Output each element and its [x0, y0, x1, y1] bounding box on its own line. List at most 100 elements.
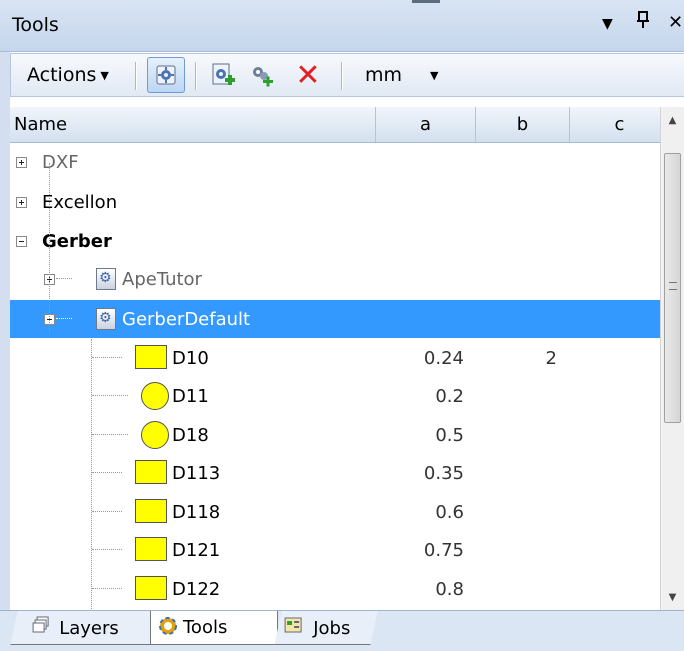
aperture-a-value: 0.8 [435, 579, 464, 600]
tree-item-label: GerberDefault [122, 309, 251, 330]
tree-item-label: DXF [42, 152, 79, 173]
tool-library-add-icon [212, 63, 235, 85]
chevron-down-icon: ▼ [430, 68, 439, 82]
layers-icon [32, 616, 55, 638]
tree-connector [92, 395, 128, 397]
tree-connector [92, 549, 122, 551]
toolbar: Actions ▼ ✕ mm ▼ [10, 53, 684, 97]
unit-select-value: mm [365, 64, 403, 86]
column-header-name[interactable]: Name [10, 107, 376, 142]
expand-icon[interactable] [16, 197, 27, 208]
tree-row-excellon[interactable]: Excellon [10, 183, 660, 221]
grip-icon [669, 282, 677, 290]
jobs-icon [284, 617, 309, 638]
tools-icon [157, 615, 179, 641]
tree-connector [92, 357, 122, 359]
toolbar-separator [195, 62, 196, 90]
add-tool-button[interactable] [245, 54, 277, 96]
aperture-a-value: 0.35 [423, 463, 464, 484]
tool-library-add-button[interactable] [207, 54, 239, 96]
tab-label: Tools [183, 617, 228, 638]
circle-aperture-icon [141, 421, 169, 449]
scrollbar-thumb[interactable] [664, 153, 681, 423]
scroll-up-icon[interactable]: ▲ [661, 107, 684, 133]
tab-tools[interactable]: Tools [150, 611, 278, 645]
tab-layers[interactable]: Layers [10, 611, 158, 645]
aperture-name: D121 [172, 540, 221, 561]
column-header-b[interactable]: b [476, 107, 570, 142]
tree-connector [92, 511, 122, 513]
tree-row-dxf[interactable]: DXF [10, 143, 660, 181]
aperture-a-value: 0.5 [435, 425, 464, 446]
bottom-tab-bar: Layers Tools Jobs [0, 610, 684, 651]
circle-aperture-icon [141, 382, 169, 410]
tree-row-gerberdefault[interactable]: GerberDefault [10, 300, 660, 338]
column-header-a[interactable]: a [376, 107, 476, 142]
title-bar-notch [412, 0, 440, 3]
aperture-row-d122[interactable]: D122 0.8 [10, 570, 660, 608]
square-aperture-icon [135, 537, 167, 561]
vertical-scrollbar[interactable]: ▲ ▼ [660, 107, 684, 610]
panel-title-bar: Tools ▼ ✕ [0, 0, 684, 52]
aperture-row-d118[interactable]: D118 0.6 [10, 493, 660, 531]
toolbar-separator [341, 62, 342, 90]
dropdown-arrow-icon[interactable]: ▼ [602, 16, 613, 32]
aperture-name: D18 [172, 425, 209, 446]
aperture-row-d121[interactable]: D121 0.75 [10, 531, 660, 569]
square-aperture-icon [135, 499, 167, 523]
aperture-name: D122 [172, 579, 221, 600]
tree-connector [92, 472, 122, 474]
column-header: Name a b c [10, 107, 684, 143]
aperture-a-value: 0.24 [423, 348, 464, 369]
aperture-a-value: 0.2 [435, 386, 464, 407]
panel-title: Tools [12, 14, 59, 36]
chevron-down-icon: ▼ [100, 68, 109, 82]
aperture-b-value: 2 [545, 348, 557, 369]
aperture-name: D11 [172, 386, 209, 407]
actions-menu-button[interactable]: Actions ▼ [27, 54, 109, 96]
tree-connector [56, 318, 72, 320]
tree-row-apetutor[interactable]: ApeTutor [10, 260, 660, 298]
aperture-row-d10[interactable]: D10 0.24 2 [10, 339, 660, 377]
delete-button[interactable]: ✕ [291, 54, 325, 96]
square-aperture-icon [135, 345, 167, 369]
aperture-row-d18[interactable]: D18 0.5 [10, 416, 660, 454]
tree-item-label: Excellon [42, 192, 118, 213]
column-header-c[interactable]: c [570, 107, 670, 142]
aperture-name: D118 [172, 502, 221, 523]
add-tool-icon [253, 67, 273, 87]
aperture-row-d113[interactable]: D113 0.35 [10, 454, 660, 492]
tab-jobs[interactable]: Jobs [274, 611, 378, 645]
aperture-a-value: 0.75 [423, 540, 464, 561]
collapse-icon[interactable] [16, 236, 27, 247]
unit-select[interactable]: mm ▼ [361, 54, 461, 96]
square-aperture-icon [135, 576, 167, 600]
tab-label: Layers [59, 618, 119, 639]
actions-label: Actions [27, 64, 97, 86]
aperture-row-d11[interactable]: D11 0.2 [10, 377, 660, 415]
scroll-down-icon[interactable]: ▼ [661, 584, 684, 610]
square-aperture-icon [135, 460, 167, 484]
settings-button[interactable] [147, 57, 185, 93]
tree-row-gerber[interactable]: Gerber [10, 222, 660, 260]
tree-guide [49, 163, 51, 333]
panel-left-edge [0, 52, 10, 610]
expand-icon[interactable] [16, 157, 27, 168]
tree-connector [92, 434, 128, 436]
aperture-name: D113 [172, 463, 221, 484]
pin-icon[interactable] [636, 10, 650, 35]
aperture-a-value: 0.6 [435, 502, 464, 523]
tab-label: Jobs [313, 618, 351, 639]
aperture-name: D10 [172, 348, 209, 369]
tree-item-label: Gerber [42, 231, 112, 252]
tree-connector [56, 278, 72, 280]
toolbar-separator [135, 62, 136, 90]
tree-item-label: ApeTutor [122, 269, 202, 290]
tool-library-icon [96, 268, 116, 290]
close-icon[interactable]: ✕ [668, 12, 683, 33]
tool-library-icon [96, 308, 116, 330]
tool-tree: DXF Excellon Gerber ApeTutor GerberDefau… [10, 143, 660, 610]
delete-icon: ✕ [295, 57, 321, 93]
settings-icon [156, 65, 176, 85]
tree-connector [92, 588, 122, 590]
